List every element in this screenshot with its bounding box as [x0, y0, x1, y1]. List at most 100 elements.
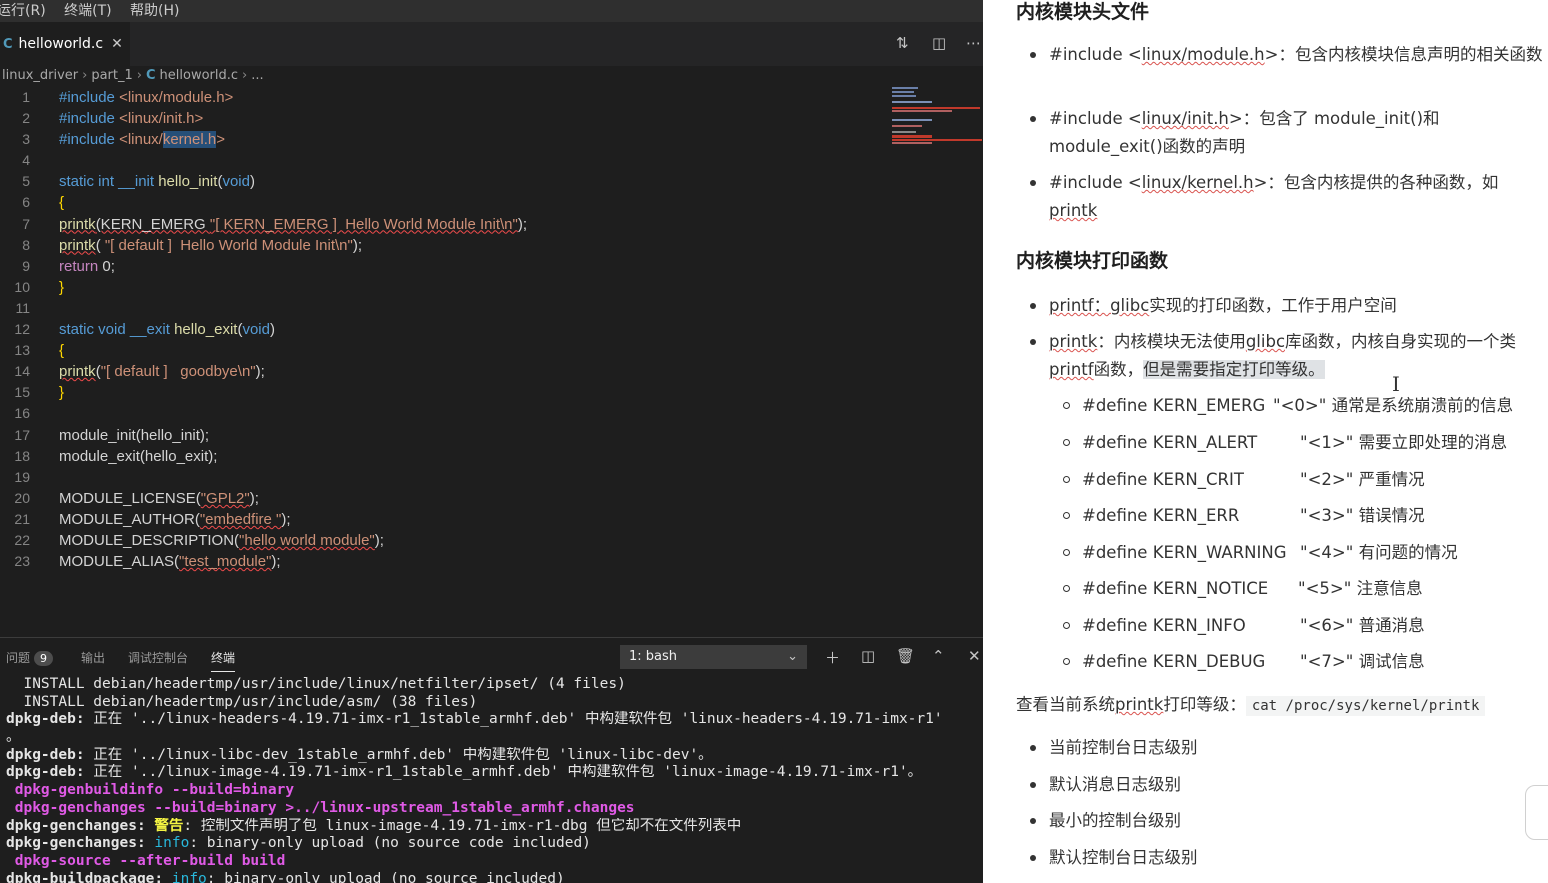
code-line-12[interactable]: static void __exit hello_exit(void): [59, 319, 275, 340]
terminal-line: dpkg-source --after-build build: [6, 852, 286, 869]
menu-terminal[interactable]: 终端(T): [64, 0, 111, 22]
problems-count-badge: 9: [34, 651, 54, 666]
code-line-8[interactable]: printk( "[ default ] Hello World Module …: [59, 235, 362, 256]
code-line-5[interactable]: static int __init hello_init(void): [59, 171, 255, 192]
tab-output[interactable]: 输出: [81, 649, 105, 666]
terminal-line: dpkg-genchanges: info: binary-only uploa…: [6, 835, 591, 852]
tab-terminal[interactable]: 终端: [211, 649, 236, 672]
code-line-20[interactable]: MODULE_LICENSE("GPL2");: [59, 488, 259, 509]
highlighted-text: 但是需要指定打印等级。: [1143, 360, 1325, 379]
line-number: 4: [22, 152, 30, 169]
line-number: 17: [14, 426, 30, 443]
split-terminal-icon[interactable]: ◫: [861, 647, 875, 665]
level-item: #define KERN_WARNING "<4>" 有问题的情况: [1063, 539, 1542, 567]
trash-icon[interactable]: 🗑: [896, 647, 915, 665]
compare-changes-icon[interactable]: ⇅: [896, 34, 909, 52]
list-item: #include <linux/init.h>：包含了 module_init(…: [1030, 105, 1544, 161]
chevron-down-icon: ⌄: [787, 649, 798, 664]
close-icon[interactable]: ✕: [968, 647, 981, 665]
tab-label: helloworld.c: [18, 36, 104, 52]
c-file-icon: C: [145, 68, 156, 83]
code-line-7[interactable]: printk(KERN_EMERG "[ KERN_EMERG ] Hello …: [59, 214, 527, 235]
line-number: 3: [22, 131, 30, 148]
breadcrumb-file[interactable]: helloworld.c: [160, 68, 239, 83]
menu-run[interactable]: 运行(R): [0, 0, 46, 22]
bottom-panel: 问题 9 输出 调试控制台 终端 1: bash ⌄ ＋ ◫ 🗑 ⌃ ✕ INST…: [0, 637, 983, 883]
line-number: 10: [14, 278, 30, 295]
list-item: 默认消息日志级别: [1030, 771, 1544, 799]
code-line-17[interactable]: module_init(hello_init);: [59, 425, 209, 446]
markdown-document[interactable]: 内核模块头文件 #include <linux/module.h>：包含内核模块…: [983, 0, 1548, 883]
c-file-icon: C: [3, 36, 13, 52]
terminal-select[interactable]: 1: bash ⌄: [620, 645, 807, 669]
list-item: 最小的控制台级别: [1030, 807, 1544, 835]
code-line-23[interactable]: MODULE_ALIAS("test_module");: [59, 551, 281, 572]
tab-problems[interactable]: 问题 9: [6, 649, 54, 666]
terminal-line: 。: [6, 729, 21, 746]
code-area[interactable]: 1 #include <linux/module.h> 2 #include <li…: [0, 87, 890, 572]
tab-debug-console[interactable]: 调试控制台: [128, 649, 188, 666]
terminal-line: dpkg-genchanges --build=binary >../linux…: [6, 799, 635, 816]
code-line-18[interactable]: module_exit(hello_exit);: [59, 446, 217, 467]
heading-kernel-headers: 内核模块头文件: [1016, 1, 1150, 23]
split-editor-icon[interactable]: ◫: [932, 34, 946, 52]
text-cursor-icon: I: [1392, 372, 1400, 396]
code-line-3[interactable]: #include <linux/kernel.h>: [59, 129, 225, 150]
breadcrumb-more[interactable]: ...: [251, 68, 263, 83]
line-number: 6: [22, 194, 30, 211]
line-number: 9: [22, 257, 30, 274]
terminal-line: dpkg-genchanges: 警告: 控制文件声明了包 linux-imag…: [6, 817, 742, 834]
list-item: printk：内核模块无法使用glibc库函数，内核自身实现的一个类printf…: [1030, 328, 1544, 384]
level-item: #define KERN_NOTICE "<5>" 注意信息: [1063, 575, 1542, 603]
code-line-1[interactable]: #include <linux/module.h>: [59, 87, 233, 108]
line-number: 11: [15, 299, 30, 316]
more-actions-icon[interactable]: ⋯: [966, 34, 981, 52]
list-item: #include <linux/module.h>：包含内核模块信息声明的相关函…: [1030, 41, 1544, 69]
code-line-9[interactable]: return 0;: [59, 256, 115, 277]
line-number: 12: [14, 321, 30, 338]
menu-help[interactable]: 帮助(H): [130, 0, 179, 22]
code-editor-window: 运行(R) 终端(T) 帮助(H) C helloworld.c ✕ ⇅ ◫ ⋯…: [0, 0, 983, 883]
line-number: 1: [22, 89, 30, 105]
code-line-15[interactable]: }: [59, 382, 64, 403]
line-number: 22: [14, 531, 30, 548]
terminal-line: dpkg-deb: 正在 '../linux-libc-dev_1stable_…: [6, 746, 713, 763]
level-item: #define KERN_DEBUG "<7>" 调试信息: [1063, 648, 1542, 676]
chevron-right-icon: ›: [82, 68, 88, 83]
side-floating-tab[interactable]: [1525, 785, 1548, 840]
line-number: 8: [22, 236, 30, 253]
breadcrumb-part-1[interactable]: part_1: [91, 68, 132, 83]
terminal-line: INSTALL debian/headertmp/usr/include/asm…: [6, 693, 478, 710]
code-line-22[interactable]: MODULE_DESCRIPTION("hello world module")…: [59, 530, 384, 551]
plus-icon[interactable]: ＋: [825, 647, 840, 668]
terminal-line: dpkg-deb: 正在 '../linux-headers-4.19.71-i…: [6, 711, 943, 728]
terminal-line: dpkg-deb: 正在 '../linux-image-4.19.71-imx…: [6, 764, 923, 781]
code-line-2[interactable]: #include <linux/init.h>: [59, 108, 203, 129]
line-number: 21: [14, 510, 30, 527]
menu-bar: 运行(R) 终端(T) 帮助(H): [0, 0, 983, 22]
chevron-right-icon: ›: [136, 68, 142, 83]
tab-helloworld-c[interactable]: C helloworld.c ✕: [0, 22, 130, 66]
list-item: 当前控制台日志级别: [1030, 734, 1544, 762]
list-item: #include <linux/kernel.h>：包含内核提供的各种函数，如 …: [1030, 169, 1544, 225]
chevron-right-icon: ›: [242, 68, 248, 83]
list-item: 默认控制台日志级别: [1030, 844, 1544, 872]
line-number: 18: [14, 447, 30, 464]
list-item: printf：glibc实现的打印函数，工作于用户空间: [1030, 292, 1544, 320]
minimap[interactable]: [890, 87, 983, 147]
level-item: #define KERN_INFO "<6>" 普通消息: [1063, 612, 1542, 640]
breadcrumb-linux-driver[interactable]: linux_driver: [2, 68, 78, 83]
level-item: #define KERN_ERR "<3>" 错误情况: [1063, 502, 1542, 530]
code-line-6[interactable]: {: [59, 192, 64, 213]
code-line-14[interactable]: printk("[ default ] goodbye\n");: [59, 361, 265, 382]
level-item: #define KERN_CRIT "<2>" 严重情况: [1063, 466, 1542, 494]
code-line-10[interactable]: }: [59, 277, 64, 298]
close-icon[interactable]: ✕: [111, 36, 123, 52]
terminal-output[interactable]: INSTALL debian/headertmp/usr/include/lin…: [6, 676, 983, 883]
code-line-13[interactable]: {: [59, 340, 64, 361]
breadcrumb: linux_driver › part_1 › Chelloworld.c ›...: [0, 66, 983, 86]
chevron-up-icon[interactable]: ⌃: [932, 647, 945, 665]
heading-print-functions: 内核模块打印函数: [1016, 250, 1169, 272]
selected-text: kernel.h: [162, 131, 217, 149]
code-line-21[interactable]: MODULE_AUTHOR("embedfire ");: [59, 509, 291, 530]
